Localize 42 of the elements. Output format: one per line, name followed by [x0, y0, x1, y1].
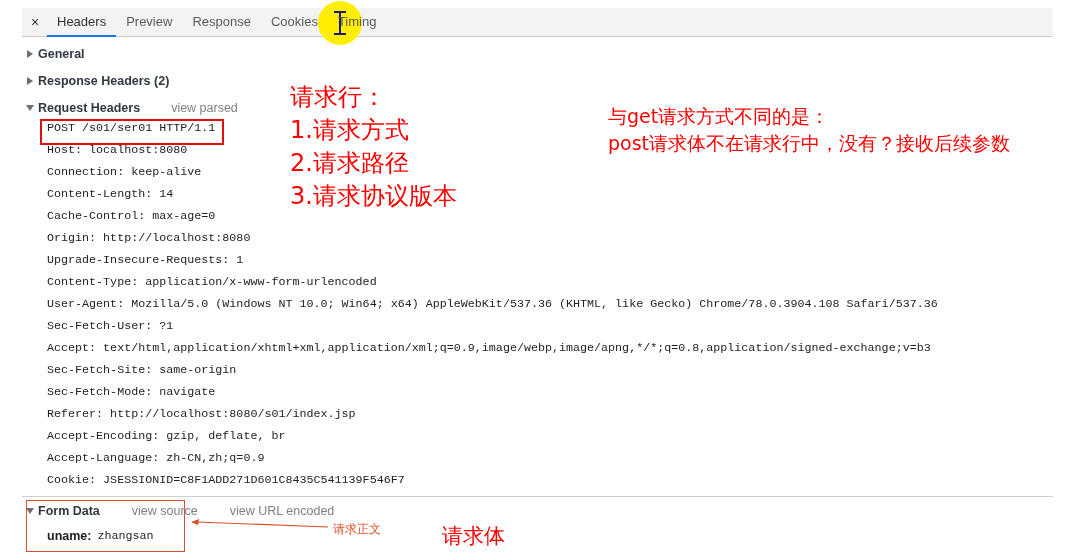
header-line: User-Agent: Mozilla/5.0 (Windows NT 10.0; Win64; x64) AppleWebKit/537.36 (KHTML, like Gecko) Chrome/78.0.3904.108 Safari/537.36 [47, 297, 938, 311]
header-line: Referer: http://localhost:8080/s01/index.jsp [47, 407, 356, 421]
annotation-text: post请求体不在请求行中，没有？接收后续参数 [608, 131, 1011, 156]
view-link[interactable]: view parsed [171, 100, 238, 115]
header-line: Cache-Control: max-age=0 [47, 209, 216, 223]
header-line: Sec-Fetch-Mode: navigate [47, 385, 216, 399]
field-name: uname: [47, 529, 92, 543]
header-line: Sec-Fetch-Site: same-origin [47, 363, 237, 377]
header-line: Sec-Fetch-User: ?1 [47, 319, 174, 333]
header-line: Accept-Language: zh-CN,zh;q=0.9 [47, 451, 265, 465]
section-title[interactable]: Form Data [38, 503, 100, 518]
section-title[interactable]: Request Headers [38, 100, 141, 115]
header-line: POST /s01/ser01 HTTP/1.1 [47, 121, 216, 135]
close-icon[interactable]: × [23, 8, 47, 36]
tab[interactable]: Preview [116, 8, 183, 37]
tab[interactable]: Cookies [260, 8, 328, 37]
annotation-text: 请求正文 [333, 521, 381, 538]
header-line: Cookie: JSESSIONID=C8F1ADD271D601C8435C541139F546F7 [47, 473, 405, 487]
header-line: Connection: keep-alive [47, 165, 202, 179]
annotation-text: 1.请求方式 [290, 115, 410, 146]
disclosure-triangle-icon[interactable] [26, 76, 34, 85]
tab[interactable]: Headers [47, 8, 117, 37]
annotation-text: 请求体 [442, 523, 505, 549]
disclosure-triangle-icon[interactable] [26, 49, 34, 58]
header-line: Content-Length: 14 [47, 187, 174, 201]
header-line: Accept: text/html,application/xhtml+xml,application/xml;q=0.9,image/webp,image/apng,*/*;q=0.8,application/signed-exchange;v=b3 [47, 341, 931, 355]
header-line: Upgrade-Insecure-Requests: 1 [47, 253, 244, 267]
annotation-text: 2.请求路径 [290, 148, 410, 179]
annotation-text: 3.请求协议版本 [290, 181, 457, 212]
annotation-text: 与get请求方式不同的是： [608, 104, 831, 129]
disclosure-triangle-icon[interactable] [26, 506, 34, 515]
header-line: Host: localhost:8080 [47, 143, 188, 157]
section-title[interactable]: Response Headers (2) [38, 73, 170, 88]
field-value: zhangsan [97, 529, 154, 543]
header-line: Origin: http://localhost:8080 [47, 231, 251, 245]
header-line: Accept-Encoding: gzip, deflate, br [47, 429, 286, 443]
section-title[interactable]: General [38, 46, 85, 61]
disclosure-triangle-icon[interactable] [26, 103, 34, 112]
annotation-text: 请求行： [290, 82, 387, 113]
view-link[interactable]: view URL encoded [229, 503, 335, 518]
tab[interactable]: Response [182, 8, 261, 37]
header-line: Content-Type: application/x-www-form-urlencoded [47, 275, 377, 289]
